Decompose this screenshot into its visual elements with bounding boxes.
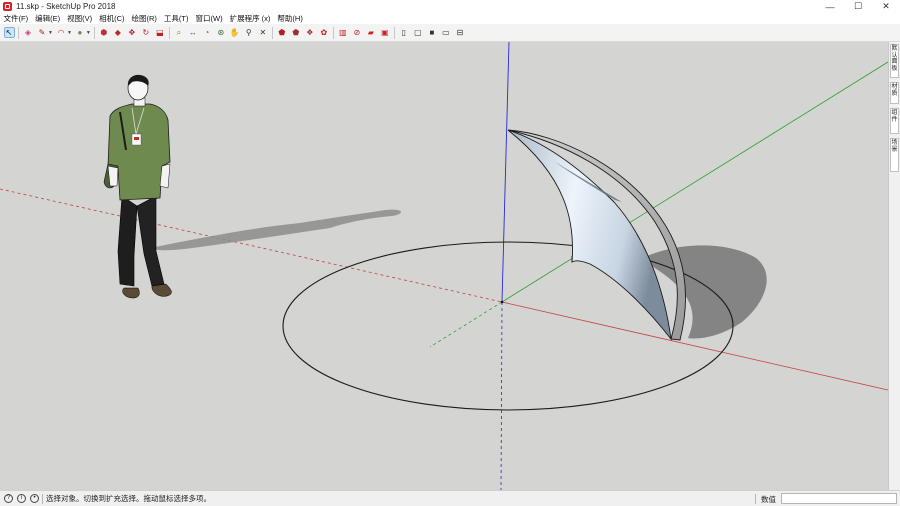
- toolbar-separator: [271, 26, 273, 39]
- credits-icon[interactable]: i: [17, 494, 26, 503]
- dropdown-caret-icon[interactable]: ▼: [48, 30, 53, 36]
- status-separator: [42, 493, 43, 504]
- sketchup-window: 11.skp - SketchUp Pro 2018 — ☐ ✕ 文件(F) 编辑…: [0, 0, 900, 506]
- tray-tab[interactable]: 场景: [890, 138, 899, 172]
- user-account-icon[interactable]: •: [30, 494, 39, 503]
- zoom-tool-icon[interactable]: ⚲: [243, 27, 254, 38]
- sketchup-app-icon: [3, 2, 12, 11]
- front-view-icon[interactable]: ■: [426, 27, 437, 38]
- green-axis-dashed: [429, 301, 503, 348]
- minimize-button[interactable]: —: [816, 0, 844, 13]
- menu-item[interactable]: 窗口(W): [192, 13, 226, 24]
- tape-measure-tool-icon[interactable]: ⌕: [173, 27, 184, 38]
- rotate-tool-icon[interactable]: ↻: [140, 27, 151, 38]
- menu-item[interactable]: 编辑(E): [32, 13, 64, 24]
- scale-figure: [103, 74, 172, 299]
- components-icon[interactable]: ❖: [304, 27, 315, 38]
- status-bar: ? i • 选择对象。切换到扩充选择。拖动鼠标选择多项。 数值: [0, 490, 900, 506]
- origin-point: [500, 300, 504, 304]
- person-shadow: [150, 209, 402, 251]
- toolbar-separator: [393, 26, 395, 39]
- tray-tab[interactable]: 组件: [890, 108, 899, 134]
- layout-icon[interactable]: ▥: [337, 27, 348, 38]
- status-hint-text: 选择对象。切换到扩充选择。拖动鼠标选择多项。: [46, 494, 211, 503]
- geo-location-icon[interactable]: ?: [4, 494, 13, 503]
- modeling-viewport[interactable]: [0, 42, 888, 490]
- menu-item[interactable]: 工具(T): [160, 13, 192, 24]
- main-toolbar: ↖ ◈ ✎ ▼ ◠ ▼ ● ▼ ⬢ ◆ ✥ ↻ ⬓ ⌕ ↔ ◔ ⊛ ✋ ⚲ ✕ ⬟ ⬟ ❖ ✿ ▥ ⊘ ▰ ▣ ▯ ▢ ■ ▭ ⊟: [0, 24, 900, 42]
- offset-tool-icon[interactable]: ◆: [112, 27, 123, 38]
- menu-item[interactable]: 绘图(R): [128, 13, 160, 24]
- dropdown-caret-icon[interactable]: ▼: [86, 30, 91, 36]
- move-tool-icon[interactable]: ✥: [126, 27, 137, 38]
- menu-item[interactable]: 帮助(H): [274, 13, 306, 24]
- dimension-tool-icon[interactable]: ↔: [187, 27, 198, 38]
- toolbar-separator: [93, 26, 95, 39]
- select-tool-icon[interactable]: ↖: [3, 27, 15, 38]
- tray-tab[interactable]: 材质: [890, 82, 899, 104]
- eraser-tool-icon[interactable]: ◈: [23, 27, 34, 38]
- menu-item[interactable]: 相机(C): [96, 13, 128, 24]
- line-tool-icon[interactable]: ✎: [37, 27, 48, 38]
- measurements-label: 数值: [761, 495, 776, 504]
- pan-tool-icon[interactable]: ✋: [229, 27, 240, 38]
- red-axis-dashed: [0, 188, 503, 303]
- toolbar-separator: [168, 26, 170, 39]
- dropdown-caret-icon[interactable]: ▼: [67, 30, 72, 36]
- arc-tool-icon[interactable]: ◠: [55, 27, 66, 38]
- shape-tool-icon[interactable]: ●: [74, 27, 85, 38]
- orbit-tool-icon[interactable]: ⊛: [215, 27, 226, 38]
- iso-view-icon[interactable]: ▯: [398, 27, 409, 38]
- measurements-input[interactable]: [781, 493, 897, 504]
- zoom-extents-tool-icon[interactable]: ✕: [257, 27, 268, 38]
- window-controls: — ☐ ✕: [816, 0, 900, 13]
- right-view-icon[interactable]: ▭: [440, 27, 451, 38]
- menu-bar: 文件(F) 编辑(E) 视图(V) 相机(C) 绘图(R) 工具(T) 窗口(W) 扩展程序 …: [0, 13, 900, 24]
- maximize-button[interactable]: ☐: [844, 0, 872, 13]
- toolbar-separator: [18, 26, 19, 39]
- top-view-icon[interactable]: ▢: [412, 27, 423, 38]
- section-plane-icon[interactable]: ⊘: [351, 27, 362, 38]
- menu-item[interactable]: 扩展程序 (x): [226, 13, 274, 24]
- styles-icon[interactable]: ✿: [318, 27, 329, 38]
- blue-axis: [501, 42, 510, 303]
- protractor-tool-icon[interactable]: ◔: [201, 27, 212, 38]
- send-to-layout-icon[interactable]: ▣: [379, 27, 390, 38]
- close-button[interactable]: ✕: [872, 0, 900, 13]
- default-tray: 默认面板材质组件场景: [888, 42, 900, 490]
- menu-item[interactable]: 文件(F): [0, 13, 32, 24]
- back-view-icon[interactable]: ⊟: [454, 27, 465, 38]
- tray-tab[interactable]: 默认面板: [890, 44, 899, 78]
- scale-tool-icon[interactable]: ⬓: [154, 27, 165, 38]
- window-title: 11.skp - SketchUp Pro 2018: [16, 2, 116, 11]
- extension-warehouse-icon[interactable]: ⬟: [290, 27, 301, 38]
- title-bar: 11.skp - SketchUp Pro 2018 — ☐ ✕: [0, 0, 900, 13]
- blue-axis-dashed: [500, 301, 503, 490]
- push-pull-tool-icon[interactable]: ⬢: [98, 27, 109, 38]
- warehouse-icon[interactable]: ⬟: [276, 27, 287, 38]
- red-folder-icon[interactable]: ▰: [365, 27, 376, 38]
- toolbar-separator: [332, 26, 334, 39]
- vcb-separator: [755, 494, 756, 504]
- menu-item[interactable]: 视图(V): [64, 13, 96, 24]
- scene-canvas: [0, 42, 888, 490]
